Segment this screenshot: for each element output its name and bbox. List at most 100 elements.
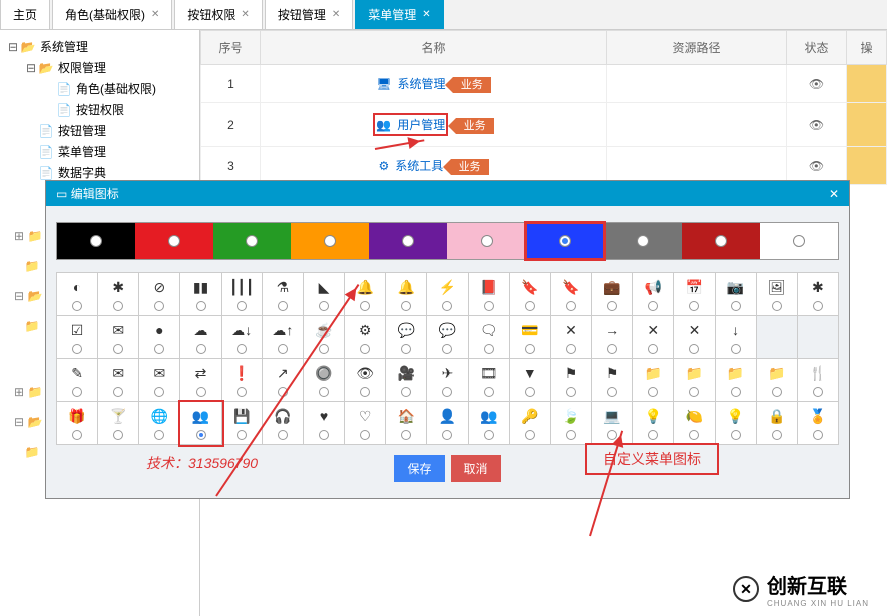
tree-node-menumgmt[interactable]: 菜单管理 [24,141,193,162]
icon-option[interactable]: ◐ [57,273,98,316]
close-icon[interactable]: ✕ [241,9,249,20]
color-swatch[interactable] [447,223,525,259]
icon-option[interactable]: 💬 [386,316,427,359]
save-button[interactable]: 保存 [394,455,444,482]
icon-option[interactable]: 🔘 [304,359,345,402]
icon-option[interactable]: 🗨 [469,316,510,359]
icon-option[interactable]: ☁ [180,316,221,359]
close-icon[interactable]: ✕ [332,9,340,20]
icon-option[interactable]: ☁↓ [222,316,263,359]
icon-option[interactable]: 📁 [674,359,715,402]
icon-option[interactable]: 🍋 [674,402,715,445]
icon-option[interactable]: ⚑ [592,359,633,402]
icon-option[interactable]: ▼ [510,359,551,402]
icon-option[interactable]: ✱ [98,273,139,316]
table-row[interactable]: 2 👥 用户管理 业务 [201,103,887,147]
icon-option[interactable]: 👁 [345,359,386,402]
close-icon[interactable]: ✕ [422,9,430,20]
icon-option[interactable]: 👥 [180,402,221,445]
color-swatch[interactable] [57,223,135,259]
icon-option[interactable]: 📁 [633,359,674,402]
icon-option[interactable]: 👤 [427,402,468,445]
icon-option[interactable]: 📕 [469,273,510,316]
icon-option[interactable]: 👥 [469,402,510,445]
icon-option[interactable]: ✕ [551,316,592,359]
tab-home[interactable]: 主页 [0,0,50,29]
close-icon[interactable]: ✕ [151,9,159,20]
icon-option[interactable]: 📁 [716,359,757,402]
icon-option[interactable]: ✕ [633,316,674,359]
icon-option[interactable]: ☑ [57,316,98,359]
collapse-icon[interactable]: ⊟ [6,40,20,54]
icon-option[interactable]: 💳 [510,316,551,359]
table-row[interactable]: 1 🖥 系统管理 业务 [201,65,887,103]
icon-option[interactable]: ✎ [57,359,98,402]
icon-option[interactable]: ⚡ [427,273,468,316]
tab-btn-perm[interactable]: 按钮权限✕ [174,0,262,29]
icon-option[interactable]: ✉ [139,359,180,402]
icon-option[interactable]: ↓ [716,316,757,359]
color-swatch[interactable] [526,223,604,259]
cell-op[interactable] [847,65,887,103]
icon-option[interactable]: ⊘ [139,273,180,316]
icon-option[interactable]: ✕ [674,316,715,359]
color-swatch[interactable] [682,223,760,259]
icon-option[interactable]: 💡 [633,402,674,445]
tree-node-system[interactable]: ⊟系统管理 [6,36,193,57]
collapse-icon[interactable]: ⊟ [24,61,38,75]
tree-node-perm[interactable]: ⊟权限管理 [24,57,193,78]
icon-option[interactable]: → [592,316,633,359]
color-swatch[interactable] [291,223,369,259]
icon-option[interactable]: 📢 [633,273,674,316]
cell-op[interactable] [847,147,887,185]
eye-icon[interactable] [809,159,824,173]
icon-option[interactable]: ✉ [98,359,139,402]
color-swatch[interactable] [604,223,682,259]
icon-option[interactable]: 💡 [716,402,757,445]
icon-option[interactable]: ⚙ [345,316,386,359]
icon-option[interactable]: ♡ [345,402,386,445]
cell-op[interactable] [847,103,887,147]
color-swatch[interactable] [369,223,447,259]
icon-option[interactable]: 🔑 [510,402,551,445]
tab-btn-mgmt[interactable]: 按钮管理✕ [265,0,353,29]
icon-option[interactable]: 🎁 [57,402,98,445]
eye-icon[interactable] [809,118,824,132]
icon-option[interactable]: 📁 [757,359,798,402]
icon-option[interactable]: 💾 [222,402,263,445]
icon-option[interactable]: ⚑ [551,359,592,402]
tree-node-btnmgmt[interactable]: 按钮管理 [24,120,193,141]
icon-option[interactable]: ▮▮ [180,273,221,316]
color-swatch[interactable] [760,223,838,259]
icon-option[interactable]: ♥ [304,402,345,445]
table-row[interactable]: 3 ⚙ 系统工具 业务 [201,147,887,185]
icon-option[interactable]: 📅 [674,273,715,316]
icon-option[interactable]: ● [139,316,180,359]
tree-node-btnperm[interactable]: 按钮权限 [42,99,193,120]
icon-option[interactable]: 💬 [427,316,468,359]
icon-option[interactable]: ✉ [98,316,139,359]
icon-option[interactable]: 🎞 [469,359,510,402]
icon-option[interactable]: ┃┃┃ [222,273,263,316]
icon-option[interactable]: 🎥 [386,359,427,402]
tab-role[interactable]: 角色(基础权限)✕ [52,0,172,29]
cancel-button[interactable]: 取消 [451,455,501,482]
icon-option[interactable]: 🖼 [757,273,798,316]
icon-option[interactable]: 🌐 [139,402,180,445]
icon-option[interactable]: 📷 [716,273,757,316]
icon-option[interactable]: ⇄ [180,359,221,402]
icon-option[interactable]: 🎧 [263,402,304,445]
eye-icon[interactable] [809,77,824,91]
icon-option[interactable]: 🔒 [757,402,798,445]
icon-option[interactable]: 🔔 [386,273,427,316]
close-icon[interactable]: ✕ [829,187,839,201]
icon-option[interactable]: 🍴 [798,359,839,402]
icon-option[interactable]: 🍃 [551,402,592,445]
tab-menu-mgmt[interactable]: 菜单管理✕ [355,0,443,29]
icon-option[interactable]: 🔖 [510,273,551,316]
icon-option[interactable]: ⚗ [263,273,304,316]
icon-option[interactable]: 💼 [592,273,633,316]
icon-option[interactable]: 🏅 [798,402,839,445]
icon-option[interactable]: 🍸 [98,402,139,445]
icon-option[interactable]: 🔖 [551,273,592,316]
